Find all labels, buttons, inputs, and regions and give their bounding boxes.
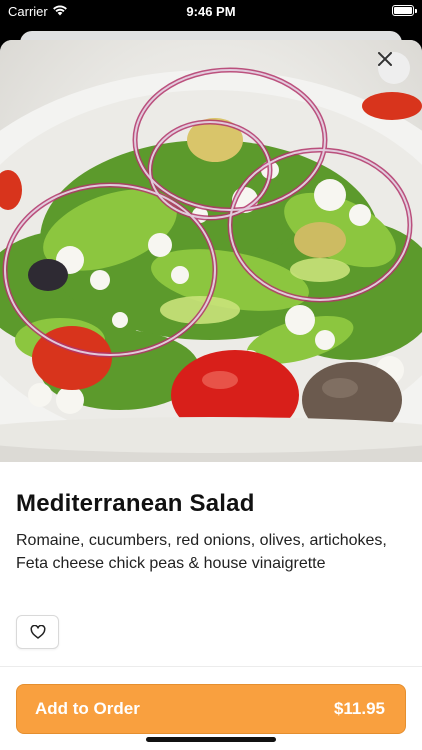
status-time: 9:46 PM (186, 4, 236, 19)
item-photo (0, 40, 422, 462)
battery-icon (392, 5, 417, 16)
item-details: Mediterranean Salad Romaine, cucumbers, … (0, 462, 422, 575)
item-title: Mediterranean Salad (16, 490, 255, 517)
item-description: Romaine, cucumbers, red onions, olives, … (16, 532, 387, 572)
favorite-button[interactable] (16, 615, 59, 649)
salad-photo (0, 67, 422, 462)
add-to-order-label: Add to Order (35, 699, 140, 718)
close-icon (378, 52, 392, 66)
status-bar: Carrier 9:46 PM (0, 0, 422, 24)
item-detail-sheet: Mediterranean Salad Romaine, cucumbers, … (0, 40, 422, 750)
close-button[interactable] (378, 52, 410, 84)
item-price: $11.95 (333, 699, 385, 718)
divider (0, 666, 422, 667)
heart-icon (30, 625, 45, 639)
add-to-order-button[interactable]: Add to Order $11.95 (16, 684, 406, 734)
home-indicator (146, 737, 276, 742)
